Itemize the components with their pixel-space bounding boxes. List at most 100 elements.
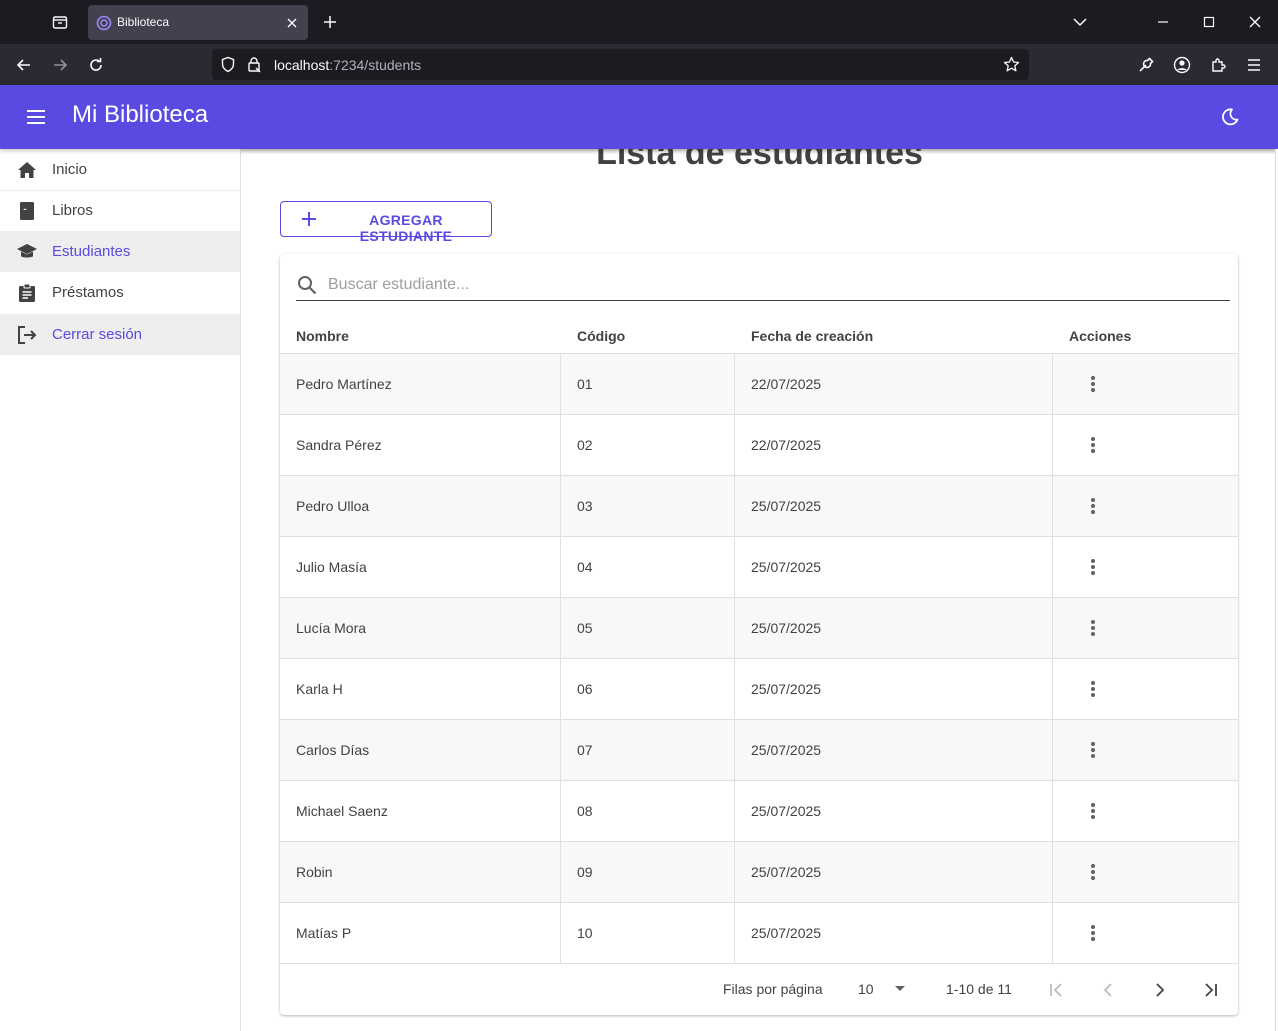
table-row[interactable]: Robin 09 25/07/2025 — [280, 842, 1238, 903]
column-divider — [560, 537, 561, 598]
last-page-icon[interactable] — [1197, 976, 1225, 1004]
table-row[interactable]: Sandra Pérez 02 22/07/2025 — [280, 415, 1238, 476]
sidebar-item-cerrar-sesion[interactable]: Cerrar sesión — [0, 314, 240, 355]
browser-tab-bar: Biblioteca — [0, 0, 1278, 44]
app-menu-icon[interactable] — [1238, 49, 1270, 81]
column-divider — [734, 354, 735, 415]
table-row[interactable]: Matías P 10 25/07/2025 — [280, 903, 1238, 964]
url-bar[interactable]: localhost:7234/students — [212, 49, 1029, 80]
cell-fecha: 25/07/2025 — [751, 803, 822, 819]
new-tab-icon[interactable] — [316, 8, 344, 36]
cell-nombre: Robin — [296, 864, 333, 880]
more-actions-icon[interactable] — [1079, 431, 1107, 459]
previous-page-icon[interactable] — [1094, 976, 1122, 1004]
back-icon[interactable] — [8, 49, 40, 81]
graduation-cap-icon — [16, 241, 38, 263]
list-all-tabs-icon[interactable] — [1064, 6, 1096, 38]
column-divider — [1052, 842, 1053, 903]
table-row[interactable]: Pedro Ulloa 03 25/07/2025 — [280, 476, 1238, 537]
close-window-icon[interactable] — [1239, 6, 1271, 38]
home-icon — [16, 159, 38, 181]
sidebar-item-libros[interactable]: Libros — [0, 190, 240, 231]
extensions-icon[interactable] — [1202, 49, 1234, 81]
more-actions-icon[interactable] — [1079, 553, 1107, 581]
dark-mode-moon-icon[interactable] — [1214, 101, 1246, 133]
add-student-label: AGREGAR ESTUDIANTE — [359, 212, 453, 244]
column-divider — [1052, 476, 1053, 537]
app-bar-overlay: Mi Biblioteca — [0, 85, 1278, 149]
more-actions-icon[interactable] — [1079, 614, 1107, 642]
minimize-icon[interactable] — [1147, 6, 1179, 38]
sidebar-item-prestamos[interactable]: Préstamos — [0, 272, 240, 313]
first-page-icon[interactable] — [1042, 976, 1070, 1004]
maximize-icon[interactable] — [1193, 6, 1225, 38]
drawer-menu-icon[interactable] — [20, 101, 52, 133]
more-actions-icon[interactable] — [1079, 919, 1107, 947]
firefox-view-icon[interactable] — [44, 6, 76, 38]
column-divider — [1052, 659, 1053, 720]
column-divider — [734, 720, 735, 781]
more-actions-icon[interactable] — [1079, 370, 1107, 398]
forward-icon[interactable] — [44, 49, 76, 81]
browser-nav-bar: localhost:7234/students — [0, 44, 1278, 85]
reload-icon[interactable] — [80, 49, 112, 81]
column-divider — [560, 659, 561, 720]
cell-codigo: 08 — [577, 803, 593, 819]
table-row[interactable]: Karla H 06 25/07/2025 — [280, 659, 1238, 720]
more-actions-icon[interactable] — [1079, 858, 1107, 886]
table-row[interactable]: Julio Masía 04 25/07/2025 — [280, 537, 1238, 598]
column-divider — [734, 659, 735, 720]
column-divider — [560, 598, 561, 659]
table-row[interactable]: Lucía Mora 05 25/07/2025 — [280, 598, 1238, 659]
column-divider — [734, 781, 735, 842]
more-actions-icon[interactable] — [1079, 797, 1107, 825]
sidebar-item-inicio[interactable]: Inicio — [0, 149, 240, 190]
cell-fecha: 22/07/2025 — [751, 437, 822, 453]
search-icon — [296, 274, 318, 301]
cell-nombre: Pedro Martínez — [296, 376, 392, 392]
sidebar-item-label: Préstamos — [52, 284, 124, 301]
devtools-wrench-icon[interactable] — [1130, 49, 1162, 81]
column-divider — [560, 476, 561, 537]
search-field — [296, 269, 1230, 301]
column-divider — [734, 537, 735, 598]
column-divider — [560, 903, 561, 964]
site-info-icon[interactable] — [246, 56, 262, 78]
next-page-icon[interactable] — [1146, 976, 1174, 1004]
clipboard-icon — [16, 282, 38, 304]
rows-per-page-select[interactable]: 10 — [858, 981, 874, 997]
search-input[interactable] — [328, 273, 1208, 297]
browser-tab[interactable]: Biblioteca — [88, 5, 308, 40]
table-row[interactable]: Michael Saenz 08 25/07/2025 — [280, 781, 1238, 842]
sidebar-item-label: Estudiantes — [52, 243, 131, 260]
more-actions-icon[interactable] — [1079, 736, 1107, 764]
table-row[interactable]: Pedro Martínez 01 22/07/2025 — [280, 354, 1238, 415]
more-actions-icon[interactable] — [1079, 492, 1107, 520]
column-header-codigo[interactable]: Código — [577, 328, 625, 344]
column-divider — [560, 842, 561, 903]
add-student-button[interactable]: AGREGAR ESTUDIANTE — [280, 201, 492, 244]
tracking-protection-icon[interactable] — [220, 56, 236, 78]
column-divider — [1052, 781, 1053, 842]
bookmark-star-icon[interactable] — [1003, 56, 1020, 78]
url-text[interactable]: localhost:7234/students — [274, 57, 421, 73]
column-divider — [560, 354, 561, 415]
table-row[interactable]: Carlos Días 07 25/07/2025 — [280, 720, 1238, 781]
column-divider — [1052, 354, 1053, 415]
cell-codigo: 01 — [577, 376, 593, 392]
url-host: localhost — [274, 57, 330, 73]
cell-nombre: Pedro Ulloa — [296, 498, 370, 514]
account-icon[interactable] — [1166, 49, 1198, 81]
close-tab-icon[interactable] — [283, 14, 301, 32]
cell-codigo: 09 — [577, 864, 593, 880]
sidebar-item-estudiantes[interactable]: Estudiantes — [0, 231, 240, 272]
cell-fecha: 25/07/2025 — [751, 620, 822, 636]
column-divider — [560, 720, 561, 781]
sidebar: Inicio Libros Estudiantes Préstamos Cerr… — [0, 149, 241, 1031]
column-divider — [1052, 720, 1053, 781]
more-actions-icon[interactable] — [1079, 675, 1107, 703]
cell-fecha: 25/07/2025 — [751, 742, 822, 758]
dropdown-arrow-icon[interactable] — [892, 980, 908, 1001]
column-header-fecha[interactable]: Fecha de creación — [751, 328, 873, 344]
column-header-nombre[interactable]: Nombre — [296, 328, 349, 344]
